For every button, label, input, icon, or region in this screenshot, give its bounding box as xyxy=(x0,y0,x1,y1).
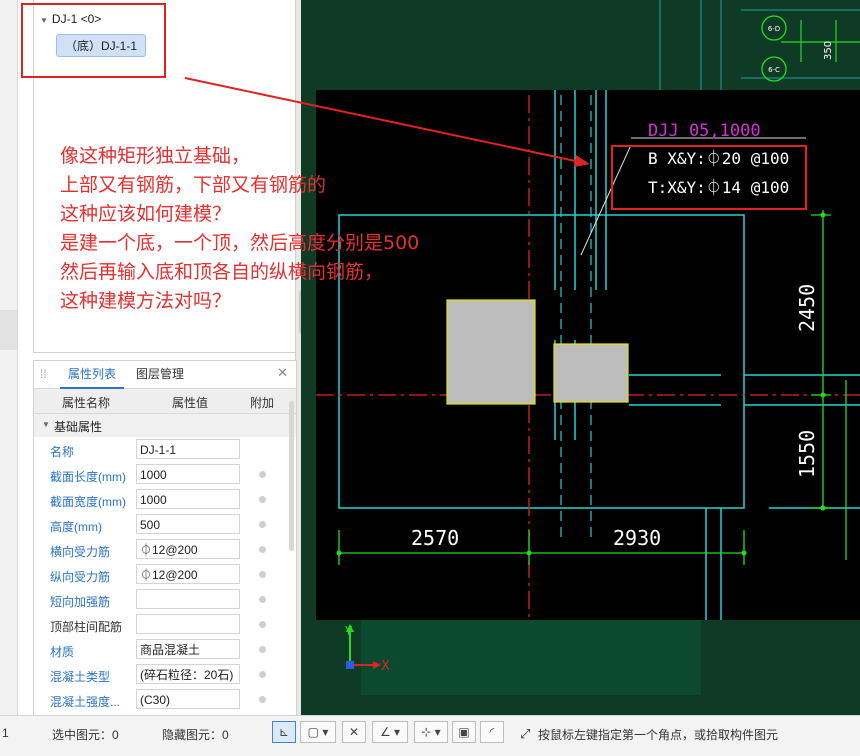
property-value-field[interactable]: ⏀12@200 xyxy=(136,539,240,559)
properties-header: ⁞⁞ 属性列表 图层管理 ✕ xyxy=(34,361,296,389)
property-row[interactable]: 高度(mm) 500 xyxy=(34,512,296,537)
property-row[interactable]: 顶部柱间配筋 xyxy=(34,612,296,637)
axis-y-label: Y xyxy=(344,624,353,638)
resize-arrow-icon: ⤢ xyxy=(520,726,531,741)
section-caret-icon[interactable]: ▼ xyxy=(42,420,50,429)
property-name: 名称 xyxy=(50,445,75,459)
extra-radio-icon[interactable] xyxy=(259,646,266,653)
properties-scrollbar[interactable] xyxy=(289,401,294,551)
axis-label-6d: 6-D xyxy=(768,25,780,33)
axis-label-6c: 6-C xyxy=(768,66,780,74)
annotation-line: 像这种矩形独立基础， xyxy=(60,145,251,167)
extra-radio-icon[interactable] xyxy=(259,696,266,703)
property-name: 横向受力筋 xyxy=(50,545,111,559)
annotation-line: 这种应该如何建模？ xyxy=(60,203,232,225)
property-value-field[interactable]: DJ-1-1 xyxy=(136,439,240,459)
extra-radio-icon[interactable] xyxy=(259,621,266,628)
close-icon[interactable]: ✕ xyxy=(277,365,288,381)
property-name: 顶部柱间配筋 xyxy=(50,620,123,634)
property-row[interactable]: 混凝土类型 (碎石粒径：20石) xyxy=(34,662,296,687)
annotation-line: 然后再输入底和顶各自的纵横向钢筋， xyxy=(60,261,384,283)
property-name: 高度(mm) xyxy=(50,520,102,534)
arc-tool-button[interactable]: ◜ xyxy=(480,721,504,743)
select-shape-dropdown-button[interactable]: ▢ ▾ xyxy=(300,721,336,743)
property-row[interactable]: 混凝土强度... (C30) xyxy=(34,687,296,712)
extra-radio-icon[interactable] xyxy=(259,546,266,553)
annotation-box-tree xyxy=(21,3,166,78)
extra-radio-icon[interactable] xyxy=(259,596,266,603)
section-basic-attributes[interactable]: ▼ 基础属性 xyxy=(34,414,296,437)
property-name: 材质 xyxy=(50,645,75,659)
drag-handle-icon[interactable]: ⁞⁞ xyxy=(40,367,47,381)
property-row[interactable]: 材质 商品混凝土 xyxy=(34,637,296,662)
view-toggle-button[interactable]: ▣ xyxy=(452,721,476,743)
property-name: 短向加强筋 xyxy=(50,595,111,609)
extra-radio-icon[interactable] xyxy=(259,496,266,503)
property-row[interactable]: 截面宽度(mm) 1000 xyxy=(34,487,296,512)
background-grid-green xyxy=(781,20,860,62)
extra-radio-icon[interactable] xyxy=(259,571,266,578)
section-label: 基础属性 xyxy=(54,420,103,434)
cad-drawing: 6-D 6-C 350 2570 2930 2450 1550 DJJ 05,1… xyxy=(316,0,860,715)
status-hint: 按鼠标左键指定第一个角点，或拾取构件图元 xyxy=(538,728,779,742)
property-row[interactable]: 横向受力筋 ⏀12@200 xyxy=(34,537,296,562)
property-name: 纵向受力筋 xyxy=(50,570,111,584)
dim-label-1550: 1550 xyxy=(795,430,819,478)
column-extra: 附加 xyxy=(250,396,275,410)
left-strip-band xyxy=(0,310,17,350)
dim-label-2450: 2450 xyxy=(795,284,819,332)
axis-bubble-6d: 6-D xyxy=(761,15,787,41)
property-row[interactable]: 名称 DJ-1-1 xyxy=(34,437,296,462)
annotation-line: 是建一个底，一个顶，然后高度分别是500 xyxy=(60,232,420,254)
property-row[interactable]: 短向加强筋 xyxy=(34,587,296,612)
drawing-canvas[interactable]: 6-D 6-C 350 2570 2930 2450 1550 DJJ 05,1… xyxy=(301,0,860,715)
property-value-field[interactable]: (碎石粒径：20石) xyxy=(136,664,240,684)
extra-radio-icon[interactable] xyxy=(259,471,266,478)
status-bar: 1 选中图元：0 隐藏图元：0 ⊾ ▢ ▾ ✕ ∠ ▾ ⊹ ▾ ▣ ◜ ⤢ 按鼠… xyxy=(0,715,860,756)
properties-panel: ⁞⁞ 属性列表 图层管理 ✕ 属性名称 属性值 附加 ▼ 基础属性 名称 DJ-1… xyxy=(33,360,297,717)
ortho-mode-button[interactable]: ⊾ xyxy=(272,721,296,743)
property-name: 混凝土类型 xyxy=(50,670,111,684)
tab-layer-management[interactable]: 图层管理 xyxy=(128,361,192,387)
property-rows: 名称 DJ-1-1 截面长度(mm) 1000 截面宽度(mm) 1000 高度(mm) 50… xyxy=(34,437,296,712)
dim-label-2930: 2930 xyxy=(613,526,661,550)
property-row[interactable]: 纵向受力筋 ⏀12@200 xyxy=(34,562,296,587)
property-row[interactable]: 截面长度(mm) 1000 xyxy=(34,462,296,487)
column-property-value: 属性值 xyxy=(172,396,209,410)
left-side-strip xyxy=(0,0,18,715)
annotation-box-rebar-label xyxy=(611,145,807,210)
extra-radio-icon[interactable] xyxy=(259,521,266,528)
status-hidden-count: 隐藏图元：0 xyxy=(162,728,229,742)
property-value-field[interactable]: 500 xyxy=(136,514,240,534)
axis-x-label: X xyxy=(381,659,390,674)
property-value-field[interactable] xyxy=(136,589,240,609)
property-value-field[interactable]: ⏀12@200 xyxy=(136,564,240,584)
property-value-field[interactable] xyxy=(136,614,240,634)
annotation-line: 上部又有钢筋，下部又有钢筋的 xyxy=(60,174,327,196)
annotation-line: 这种建模方法对吗？ xyxy=(60,290,232,312)
cross-select-button[interactable]: ✕ xyxy=(342,721,366,743)
snap-dropdown-button[interactable]: ⊹ ▾ xyxy=(414,721,448,743)
column-block-right xyxy=(553,343,629,403)
property-value-field[interactable]: (C30) xyxy=(136,689,240,709)
column-property-name: 属性名称 xyxy=(62,396,111,410)
status-left-number: 1 xyxy=(2,726,9,740)
property-value-field[interactable]: 1000 xyxy=(136,489,240,509)
dim-label-2570: 2570 xyxy=(411,526,459,550)
tab-attribute-list[interactable]: 属性列表 xyxy=(60,361,125,389)
property-name: 截面长度(mm) xyxy=(50,470,126,484)
property-value-field[interactable]: 商品混凝土 xyxy=(136,639,240,659)
properties-column-header: 属性名称 属性值 附加 xyxy=(34,389,296,414)
property-name: 截面宽度(mm) xyxy=(50,495,126,509)
extra-radio-icon[interactable] xyxy=(259,671,266,678)
axis-bubble-6c: 6-C xyxy=(761,56,787,82)
foundation-label: DJJ 05,1000 xyxy=(648,121,761,141)
property-value-field[interactable]: 1000 xyxy=(136,464,240,484)
dim-label-350: 350 xyxy=(823,41,834,60)
status-selected-count: 选中图元：0 xyxy=(52,728,119,742)
annotation-question-text: 像这种矩形独立基础， 上部又有钢筋，下部又有钢筋的 这种应该如何建模？ 是建一个… xyxy=(60,142,490,316)
angle-dropdown-button[interactable]: ∠ ▾ xyxy=(372,721,408,743)
property-name: 混凝土强度... xyxy=(50,695,121,709)
